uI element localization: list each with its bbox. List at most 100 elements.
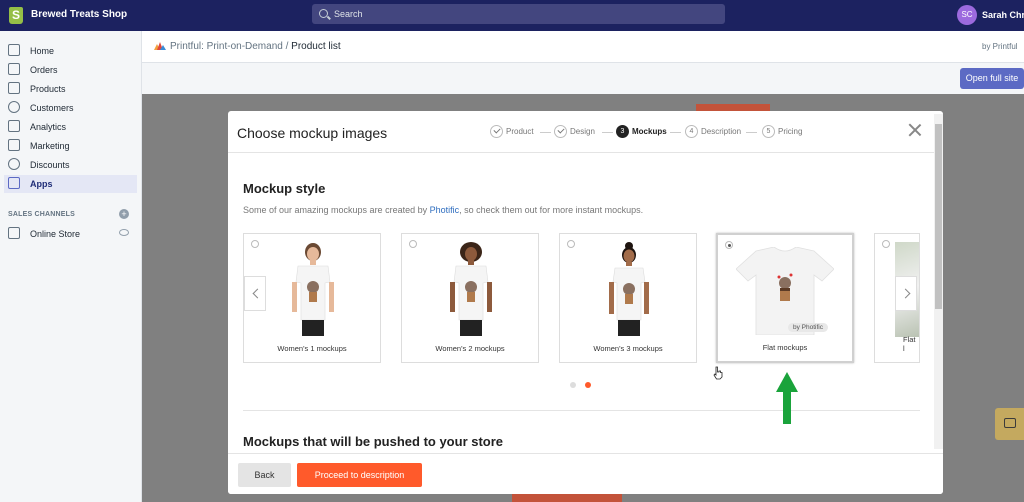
carousel-next-button[interactable] bbox=[895, 276, 917, 311]
search-icon bbox=[319, 9, 328, 18]
step-divider bbox=[602, 132, 613, 133]
sidebar-item-discounts[interactable]: Discounts bbox=[4, 156, 137, 174]
breadcrumb-separator: / bbox=[285, 41, 289, 52]
radio-button[interactable] bbox=[251, 240, 259, 248]
discounts-icon bbox=[8, 158, 20, 170]
radio-button[interactable] bbox=[567, 240, 575, 248]
card-caption: Flat l bbox=[903, 335, 916, 353]
chat-icon[interactable] bbox=[995, 408, 1024, 440]
step-label: Pricing bbox=[778, 127, 803, 136]
card-caption: Women's 2 mockups bbox=[435, 344, 505, 353]
mockup-card-womens-2[interactable]: Women's 2 mockups bbox=[401, 233, 539, 363]
user-name[interactable]: Sarah Chris bbox=[982, 10, 1024, 20]
step-label: Description bbox=[701, 127, 742, 136]
mockup-card-womens-3[interactable]: Women's 3 mockups bbox=[559, 233, 697, 363]
sidebar-item-label: Analytics bbox=[30, 122, 67, 132]
check-icon bbox=[554, 125, 567, 138]
shopify-logo-icon[interactable] bbox=[9, 7, 23, 24]
search-input[interactable]: Search bbox=[312, 4, 725, 24]
sidebar-item-label: Customers bbox=[30, 103, 74, 113]
breadcrumb: Printful: Print-on-Demand / Product list bbox=[170, 41, 341, 52]
photific-link[interactable]: Photific bbox=[430, 205, 460, 215]
analytics-icon bbox=[8, 120, 20, 132]
sidebar-item-label: Apps bbox=[30, 179, 53, 189]
carousel-prev-button[interactable] bbox=[244, 276, 266, 311]
step-label: Mockups bbox=[632, 127, 667, 136]
description-text: , so check them out for more instant moc… bbox=[459, 205, 644, 215]
sidebar-item-home[interactable]: Home bbox=[4, 42, 137, 60]
sidebar-item-label: Home bbox=[30, 46, 55, 56]
sidebar-item-label: Online Store bbox=[30, 229, 81, 239]
apps-icon bbox=[8, 177, 20, 189]
proceed-button[interactable]: Proceed to description bbox=[297, 463, 422, 487]
breadcrumb-app[interactable]: Printful: Print-on-Demand bbox=[170, 41, 283, 52]
womens-1-model-image bbox=[292, 243, 334, 336]
pushed-mockups-heading: Mockups that will be pushed to your stor… bbox=[243, 434, 504, 449]
radio-button[interactable] bbox=[882, 240, 890, 248]
carousel-dot-1[interactable] bbox=[570, 382, 576, 388]
shop-name[interactable]: Brewed Treats Shop bbox=[31, 9, 127, 20]
mockup-card-flat[interactable]: by Photific Flat mockups bbox=[716, 233, 854, 363]
step-divider bbox=[670, 132, 681, 133]
mockup-modal: Choose mockup images Product Design 3 Mo… bbox=[228, 111, 943, 494]
card-caption: Women's 1 mockups bbox=[277, 344, 347, 353]
header-divider bbox=[228, 152, 943, 153]
avatar[interactable]: SC bbox=[957, 5, 977, 25]
close-icon[interactable] bbox=[908, 123, 922, 137]
sidebar-item-products[interactable]: Products bbox=[4, 80, 137, 98]
section-divider bbox=[243, 410, 920, 411]
sidebar-item-label: Marketing bbox=[30, 141, 70, 151]
sidebar-item-apps[interactable]: Apps bbox=[4, 175, 137, 193]
eye-icon[interactable] bbox=[119, 229, 129, 236]
card-caption: Women's 3 mockups bbox=[593, 344, 663, 353]
sidebar-item-label: Discounts bbox=[30, 160, 70, 170]
womens-3-model-image bbox=[609, 242, 649, 336]
sidebar-item-marketing[interactable]: Marketing bbox=[4, 137, 137, 155]
modal-scrollbar[interactable] bbox=[934, 114, 943, 449]
sidebar-item-customers[interactable]: Customers bbox=[4, 99, 137, 117]
carousel-dot-2[interactable] bbox=[585, 382, 591, 388]
flat-tshirt-image bbox=[736, 247, 834, 335]
step-divider bbox=[746, 132, 757, 133]
by-printful-label: by Printful bbox=[982, 42, 1018, 51]
step-number: 4 bbox=[685, 125, 698, 138]
back-button[interactable]: Back bbox=[238, 463, 291, 487]
photific-badge: by Photific bbox=[788, 323, 828, 332]
modal-footer: Back Proceed to description bbox=[228, 453, 943, 494]
marketing-icon bbox=[8, 139, 20, 151]
top-bar: Brewed Treats Shop Search SC Sarah Chris bbox=[0, 0, 1024, 31]
sidebar-item-orders[interactable]: Orders bbox=[4, 61, 137, 79]
sidebar-item-online-store[interactable]: Online Store bbox=[4, 225, 137, 243]
tag-icon bbox=[8, 82, 20, 94]
mockup-style-heading: Mockup style bbox=[243, 181, 326, 196]
sidebar: Home Orders Products Customers Analytics… bbox=[0, 31, 142, 502]
printful-logo-icon bbox=[154, 42, 166, 50]
app-header: Printful: Print-on-Demand / Product list… bbox=[142, 31, 1024, 63]
customers-icon bbox=[8, 101, 20, 113]
card-caption: Flat mockups bbox=[762, 343, 808, 352]
step-label: Design bbox=[570, 127, 595, 136]
sub-header: Open full site bbox=[142, 63, 1024, 94]
add-channel-plus-icon[interactable]: + bbox=[119, 209, 129, 219]
step-number: 5 bbox=[762, 125, 775, 138]
home-icon bbox=[8, 44, 20, 56]
radio-button[interactable] bbox=[725, 241, 733, 249]
annotation-arrow-icon bbox=[776, 372, 798, 424]
womens-2-model-image bbox=[450, 242, 492, 336]
search-placeholder: Search bbox=[334, 9, 363, 19]
sales-channels-title: SALES CHANNELS bbox=[8, 211, 75, 218]
sidebar-item-label: Orders bbox=[30, 65, 58, 75]
breadcrumb-page: Product list bbox=[291, 41, 341, 52]
mockup-style-description: Some of our amazing mockups are created … bbox=[243, 205, 643, 215]
scrollbar-thumb[interactable] bbox=[935, 124, 942, 309]
radio-button[interactable] bbox=[409, 240, 417, 248]
step-label: Product bbox=[506, 127, 534, 136]
description-text: Some of our amazing mockups are created … bbox=[243, 205, 430, 215]
step-number: 3 bbox=[616, 125, 629, 138]
step-divider bbox=[540, 132, 551, 133]
store-icon bbox=[8, 227, 20, 239]
open-full-site-button[interactable]: Open full site bbox=[960, 68, 1024, 89]
sidebar-item-analytics[interactable]: Analytics bbox=[4, 118, 137, 136]
sidebar-item-label: Products bbox=[30, 84, 66, 94]
hand-cursor-icon bbox=[713, 366, 723, 380]
